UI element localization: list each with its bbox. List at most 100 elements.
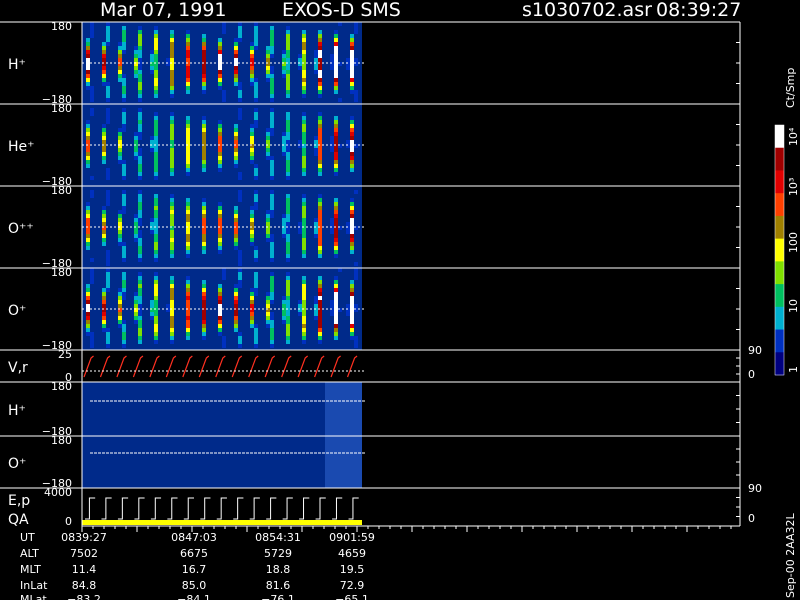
spectrogram-cell xyxy=(90,268,94,272)
spectrogram-cell xyxy=(122,288,126,292)
spectrogram-cell xyxy=(222,98,226,102)
spectrogram-cell xyxy=(318,128,322,132)
spectrogram-cell xyxy=(250,214,254,218)
y-max-label: 4000 xyxy=(44,486,72,499)
spectrogram-cell xyxy=(86,124,90,128)
spectrogram-cell xyxy=(170,112,174,116)
spectrogram-cell xyxy=(106,30,110,34)
spectrogram-cell xyxy=(238,116,242,120)
spectrogram-cell xyxy=(138,246,142,250)
spectrogram-cell xyxy=(186,332,190,336)
spectrogram-cell xyxy=(282,136,286,140)
spectrogram-cell xyxy=(170,280,174,284)
spectrogram-cell xyxy=(202,234,206,238)
spectrogram-cell xyxy=(154,312,158,316)
spectrogram-cell xyxy=(302,116,306,120)
spectrogram-cell xyxy=(186,276,190,280)
spectrogram-cell xyxy=(302,202,306,206)
spectrogram-cell xyxy=(138,312,142,316)
velocity-sweep xyxy=(99,355,111,378)
spectrogram-cell xyxy=(286,176,290,180)
spectrogram-cell xyxy=(298,222,302,226)
spectrogram-cell xyxy=(202,222,206,226)
spectrogram-cell xyxy=(270,328,274,332)
spectrogram-cell xyxy=(86,140,90,144)
spectrogram-cell xyxy=(318,238,322,242)
spectrogram-cell xyxy=(150,50,154,54)
spectrogram-cell xyxy=(138,202,142,206)
spectrogram-cell xyxy=(218,324,222,328)
velocity-sweep xyxy=(116,355,127,378)
spectrogram-cell xyxy=(302,222,306,226)
spectrogram-cell xyxy=(318,90,322,94)
spectrogram-cell xyxy=(302,74,306,78)
spectrogram-cell xyxy=(266,136,270,140)
spectrogram-cell xyxy=(286,34,290,38)
spectrogram-cell xyxy=(346,312,350,316)
spectrogram-cell xyxy=(350,124,354,128)
spectrogram-cell xyxy=(118,234,122,238)
spectrogram-cell xyxy=(314,70,318,74)
spectrogram-cell xyxy=(254,112,258,116)
spectrogram-cell xyxy=(302,172,306,176)
spectrogram-cell xyxy=(350,230,354,234)
spectrogram-cell xyxy=(282,152,286,156)
spectrogram-cell xyxy=(150,70,154,74)
spectrogram-cell xyxy=(222,344,226,348)
spectrogram-cell xyxy=(118,78,122,82)
spectrogram-cell xyxy=(170,304,174,308)
spectrogram-cell xyxy=(186,316,190,320)
spectrogram-cell xyxy=(238,82,242,86)
spectrogram-cell xyxy=(302,254,306,258)
spectrogram-cell xyxy=(266,292,270,296)
energy-step xyxy=(299,497,310,520)
spectrogram-cell xyxy=(202,304,206,308)
spectrogram-cell xyxy=(122,320,126,324)
spectrogram-cell xyxy=(150,230,154,234)
spectrogram-cell xyxy=(238,276,242,280)
spectrogram-cell xyxy=(154,124,158,128)
spectrogram-cell xyxy=(154,34,158,38)
spectrogram-cell xyxy=(238,34,242,38)
panel-label: H⁺ xyxy=(8,403,26,419)
spectrogram-cell xyxy=(302,140,306,144)
spectrogram-cell xyxy=(122,30,126,34)
spectrogram-cell xyxy=(270,202,274,206)
spectrogram-cell xyxy=(266,132,270,136)
spectrogram-cell xyxy=(86,38,90,42)
spectrogram-cell xyxy=(266,312,270,316)
spectrogram-cell xyxy=(202,250,206,254)
spectrogram-cell xyxy=(102,234,106,238)
spectrogram-cell xyxy=(254,38,258,42)
spectrogram-cell xyxy=(266,148,270,152)
spectrogram-cell xyxy=(318,42,322,46)
spectrogram-cell xyxy=(118,316,122,320)
spectrogram-cell xyxy=(286,324,290,328)
spectrogram-cell xyxy=(118,320,122,324)
spectrogram-cell xyxy=(90,30,94,34)
spectrogram-cell xyxy=(86,206,90,210)
spectrogram-cell xyxy=(346,304,350,308)
spectrogram-cell xyxy=(334,30,338,34)
spectrogram-cell xyxy=(238,284,242,288)
spectrogram-cell xyxy=(102,136,106,140)
spectrogram-cell xyxy=(86,304,90,308)
spectrogram-cell xyxy=(334,238,338,242)
spectrogram-cell xyxy=(314,296,318,300)
spectrogram-cell xyxy=(138,296,142,300)
spectrogram-cell xyxy=(318,120,322,124)
spectrogram-cell xyxy=(270,300,274,304)
spectrogram-cell xyxy=(270,206,274,210)
y-max-label: 180 xyxy=(51,266,72,279)
spectrogram-cell xyxy=(302,238,306,242)
spectrogram-cell xyxy=(270,332,274,336)
spectrogram-cell xyxy=(186,234,190,238)
spectrogram-cell xyxy=(86,230,90,234)
spectrogram-cell xyxy=(202,210,206,214)
spectrogram-cell xyxy=(122,74,126,78)
spectrogram-cell xyxy=(334,296,338,300)
spectrogram-cell xyxy=(266,74,270,78)
spectrogram-cell xyxy=(350,46,354,50)
spectrogram-cell xyxy=(170,210,174,214)
spectrogram-cell xyxy=(154,218,158,222)
